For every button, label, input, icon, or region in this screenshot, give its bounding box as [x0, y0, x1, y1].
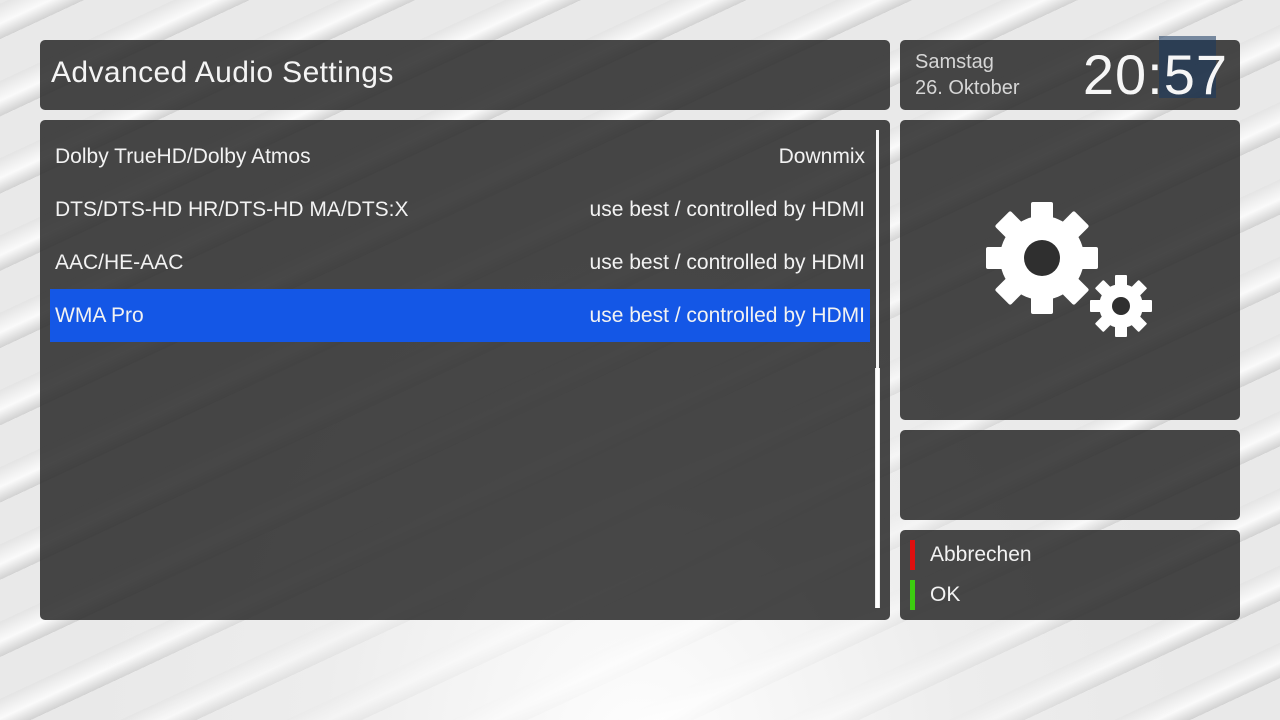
setting-label: Dolby TrueHD/Dolby Atmos: [55, 144, 311, 168]
description-panel: [900, 430, 1240, 520]
settings-list: Dolby TrueHD/Dolby Atmos Downmix DTS/DTS…: [50, 130, 870, 342]
settings-list-panel: Dolby TrueHD/Dolby Atmos Downmix DTS/DTS…: [40, 120, 890, 620]
clock-date: 26. Oktober: [915, 77, 1020, 99]
title-panel: Advanced Audio Settings: [40, 40, 890, 110]
buttons-panel: Abbrechen OK: [900, 530, 1240, 620]
red-key-indicator: [910, 540, 915, 570]
icon-panel: [900, 120, 1240, 420]
setting-value: use best / controlled by HDMI: [589, 250, 865, 274]
setting-row-wma-pro[interactable]: WMA Pro use best / controlled by HDMI: [50, 289, 870, 342]
ok-button-label: OK: [930, 583, 961, 606]
setting-row-dts[interactable]: DTS/DTS-HD HR/DTS-HD MA/DTS:X use best /…: [50, 183, 870, 236]
setting-value: use best / controlled by HDMI: [589, 197, 865, 221]
green-key-indicator: [910, 580, 915, 610]
setting-label: DTS/DTS-HD HR/DTS-HD MA/DTS:X: [55, 197, 409, 221]
cancel-button[interactable]: Abbrechen: [910, 540, 1032, 570]
scrollbar-thumb[interactable]: [875, 368, 880, 608]
clock-time: 20:57: [1082, 43, 1228, 106]
setting-label: WMA Pro: [55, 303, 144, 327]
clock-panel: Samstag 26. Oktober 20:57: [900, 36, 1240, 110]
setting-label: AAC/HE-AAC: [55, 250, 184, 274]
ok-button[interactable]: OK: [910, 580, 960, 610]
setting-value: use best / controlled by HDMI: [589, 303, 865, 327]
page-title: Advanced Audio Settings: [51, 56, 394, 89]
setting-row-aac[interactable]: AAC/HE-AAC use best / controlled by HDMI: [50, 236, 870, 289]
setting-value: Downmix: [778, 144, 865, 168]
setting-row-dolby-truehd[interactable]: Dolby TrueHD/Dolby Atmos Downmix: [50, 130, 870, 183]
clock-weekday: Samstag: [915, 51, 994, 73]
cancel-button-label: Abbrechen: [930, 543, 1032, 566]
gears-icon: [986, 202, 1152, 337]
